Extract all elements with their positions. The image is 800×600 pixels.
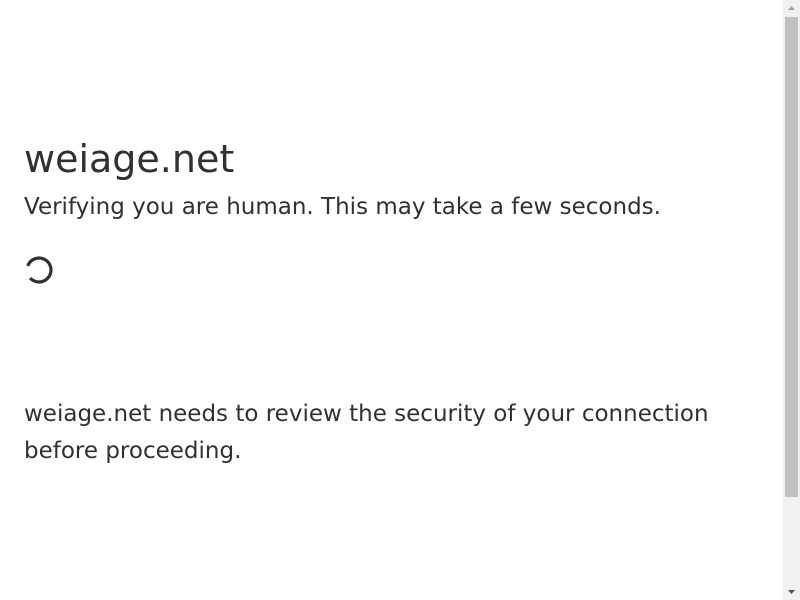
vertical-scrollbar[interactable] [783, 0, 800, 600]
security-review-message: weiage.net needs to review the security … [24, 401, 709, 464]
loading-spinner-icon [24, 255, 54, 285]
scroll-down-arrow-icon[interactable] [783, 583, 800, 600]
challenge-page: weiage.net Verifying you are human. This… [0, 0, 800, 600]
scrollbar-thumb[interactable] [785, 17, 798, 497]
page-title: weiage.net [24, 137, 235, 181]
scroll-up-arrow-icon[interactable] [783, 0, 800, 17]
verification-status-text: Verifying you are human. This may take a… [24, 194, 661, 220]
